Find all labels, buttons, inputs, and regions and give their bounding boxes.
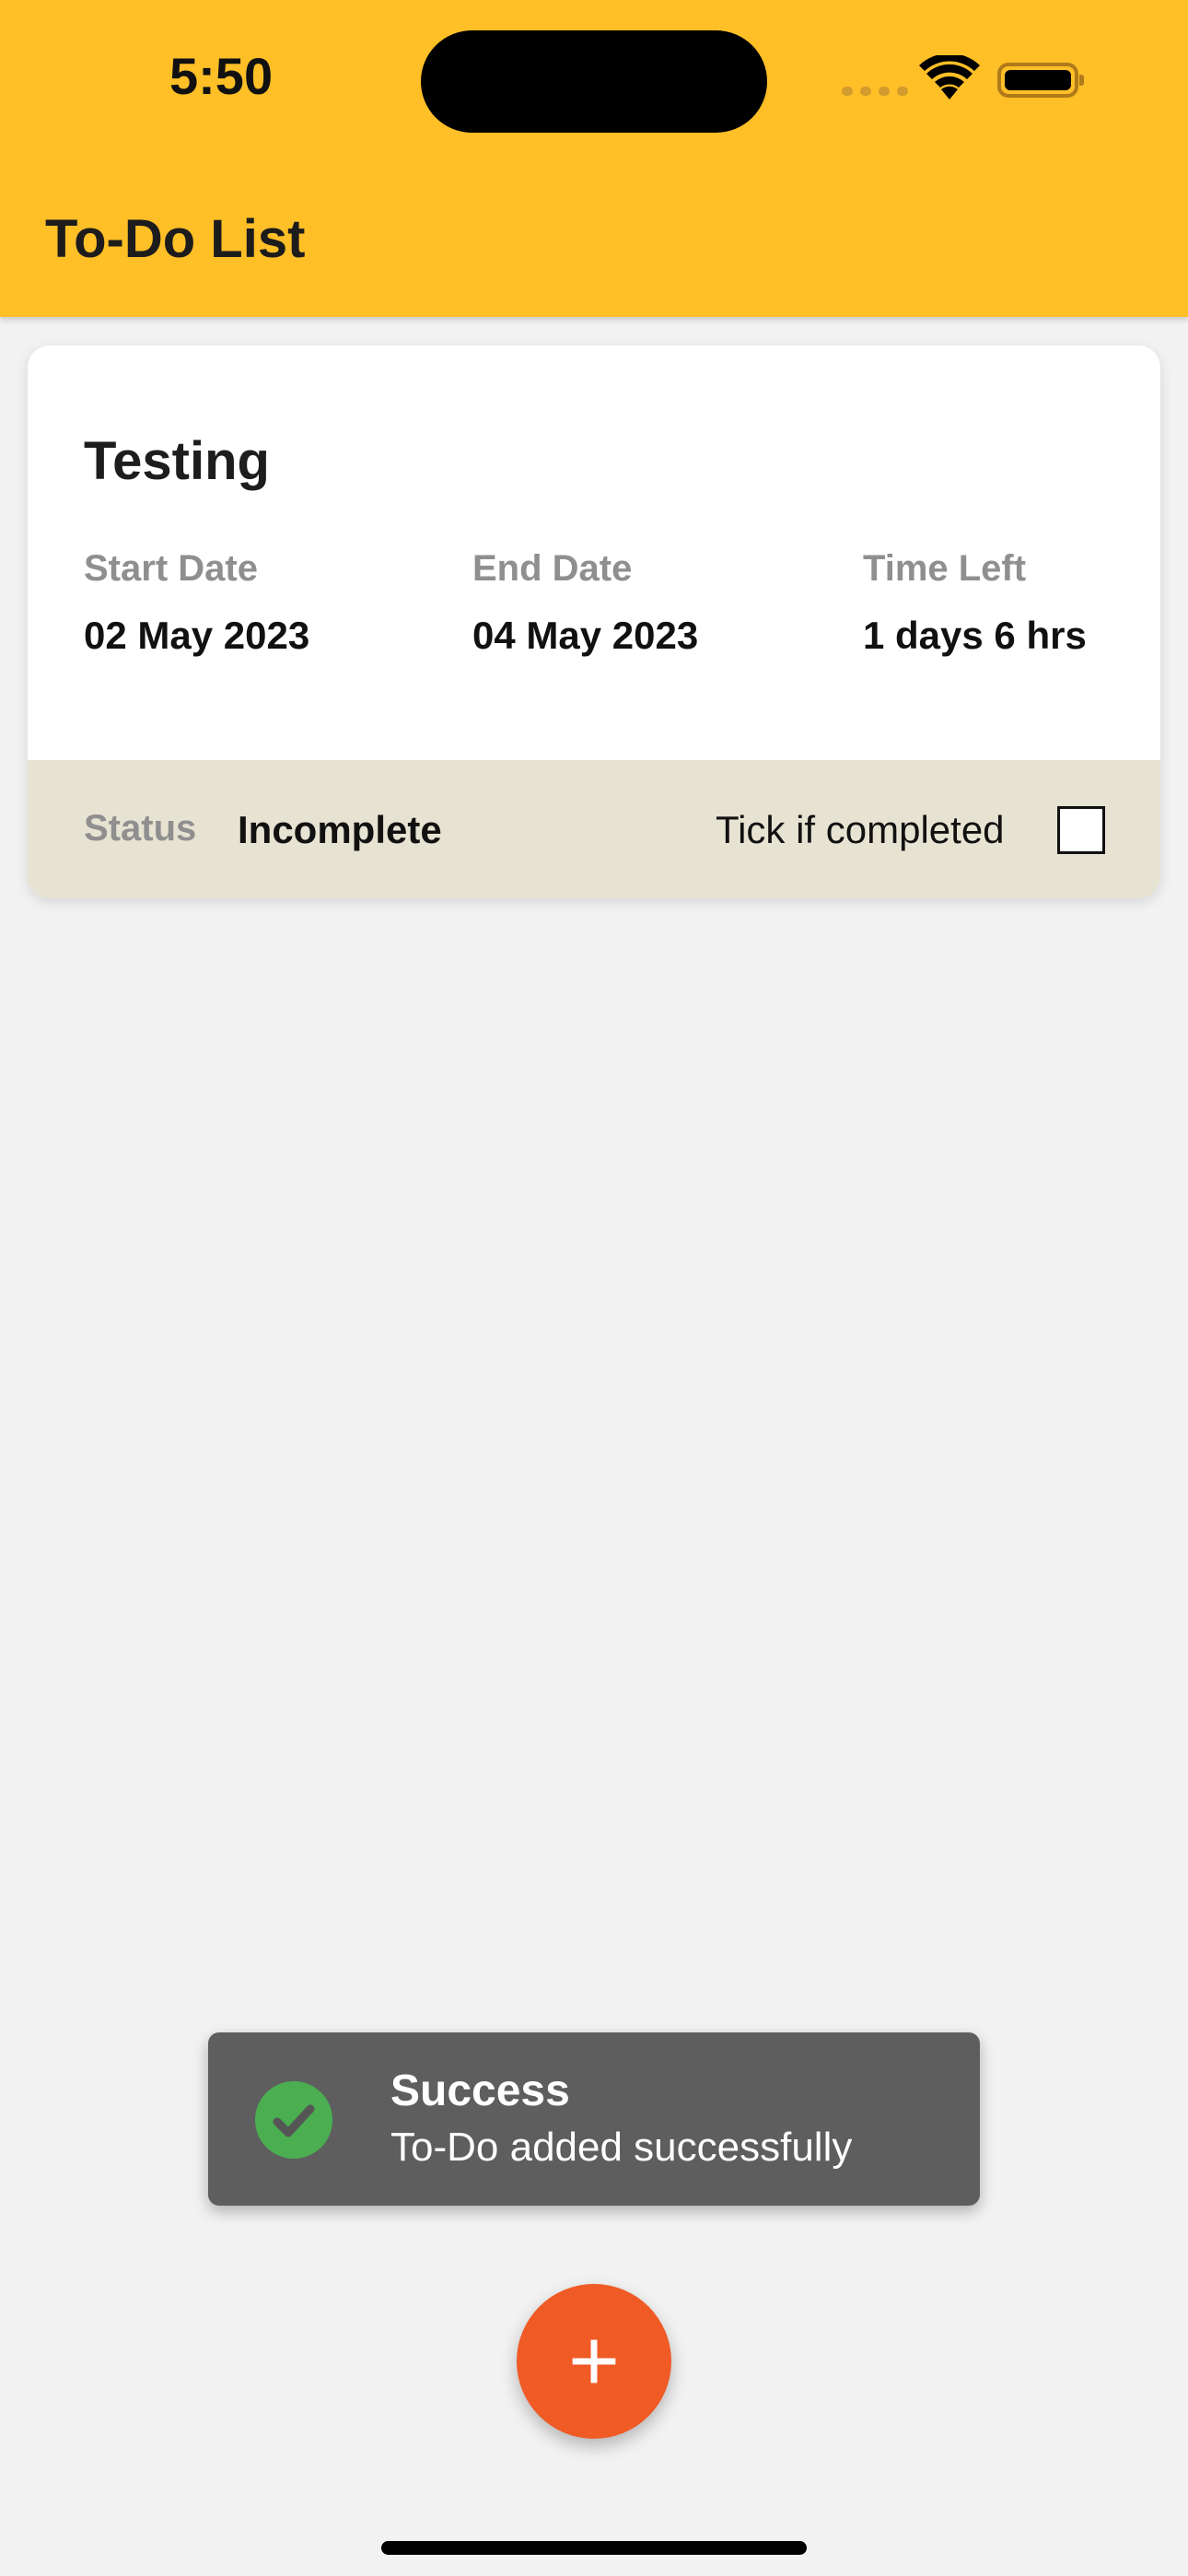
- page-title: To-Do List: [45, 209, 306, 269]
- completed-checkbox[interactable]: [1057, 806, 1105, 854]
- time-left-label: Time Left: [863, 548, 1027, 589]
- status-value: Incomplete: [238, 808, 442, 851]
- toast-message: To-Do added successfully: [390, 2125, 853, 2170]
- dynamic-island: [421, 30, 767, 133]
- time-left-value: 1 days 6 hrs: [863, 614, 1087, 657]
- toast-title: Success: [390, 2067, 570, 2115]
- end-date-column: End Date 04 May 2023: [472, 548, 698, 658]
- plus-icon: +: [567, 2312, 621, 2410]
- cellular-signal-icon: [842, 87, 908, 96]
- start-date-value: 02 May 2023: [84, 614, 310, 657]
- status-label: Status: [84, 808, 197, 849]
- start-date-label: Start Date: [84, 548, 258, 589]
- start-date-column: Start Date 02 May 2023: [84, 548, 309, 658]
- status-bar: 5:50: [0, 0, 1188, 147]
- success-check-icon: [255, 2081, 332, 2159]
- todo-card[interactable]: Testing Start Date 02 May 2023 End Date …: [28, 345, 1160, 898]
- add-todo-button[interactable]: +: [517, 2284, 671, 2439]
- wifi-icon: [919, 55, 980, 100]
- todo-title: Testing: [84, 431, 270, 491]
- end-date-label: End Date: [472, 548, 633, 589]
- todo-card-footer: Status Incomplete Tick if completed: [28, 760, 1160, 898]
- tick-if-completed-label: Tick if completed: [716, 808, 1005, 851]
- app-header: 5:50 To-Do List: [0, 0, 1188, 317]
- battery-icon: [997, 63, 1084, 98]
- success-toast: Success To-Do added successfully: [208, 2032, 980, 2206]
- end-date-value: 04 May 2023: [472, 614, 699, 657]
- home-indicator[interactable]: [381, 2541, 807, 2555]
- time-left-column: Time Left 1 days 6 hrs: [863, 548, 1087, 658]
- status-time: 5:50: [169, 47, 274, 105]
